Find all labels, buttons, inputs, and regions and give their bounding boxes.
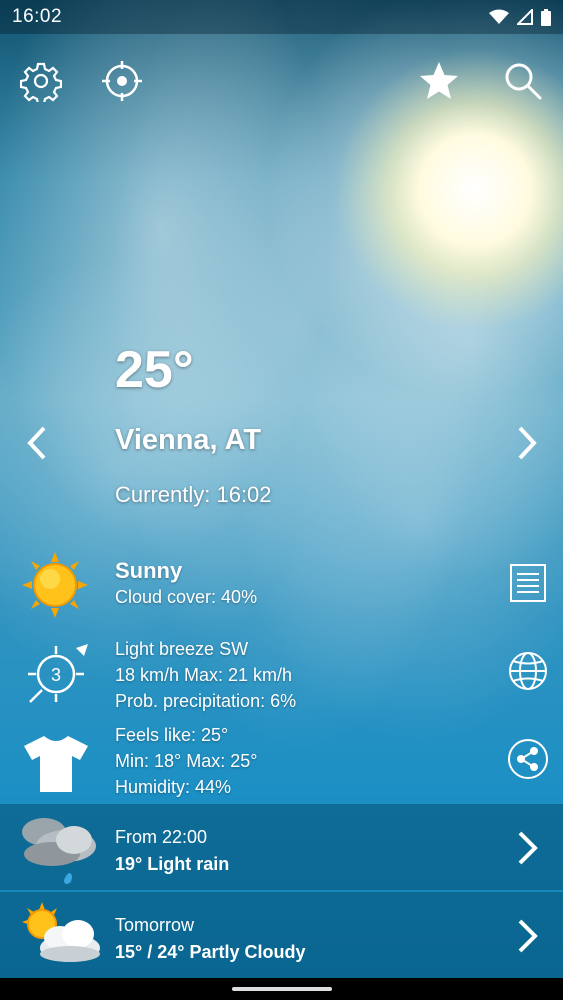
humidity: Humidity: 44% — [115, 777, 232, 797]
details-button[interactable] — [507, 562, 549, 604]
previous-location-button[interactable] — [22, 422, 52, 464]
settings-button[interactable] — [19, 60, 63, 106]
crosshair-icon — [102, 61, 142, 101]
precipitation-probability: Prob. precipitation: 6% — [115, 691, 297, 711]
partly-cloudy-icon — [22, 902, 100, 962]
search-icon — [505, 63, 542, 100]
wind-speed: 18 km/h Max: 21 km/h — [115, 665, 293, 685]
wind-direction-icon: 3 — [28, 644, 88, 703]
current-temperature: 25° — [115, 341, 194, 399]
min-max-temperature: Min: 18° Max: 25° — [115, 751, 258, 771]
next-location-button[interactable] — [512, 422, 542, 464]
comfort-row: Feels like: 25° Min: 18° Max: 25° Humidi… — [0, 722, 563, 802]
forecast-summary: 15° / 24° Partly Cloudy — [115, 942, 306, 962]
share-icon — [508, 739, 548, 779]
wind-row: 3 Light breeze SW 18 km/h Max: 21 km/h P… — [0, 636, 563, 716]
status-bar: 16:02 — [0, 0, 563, 34]
chevron-right-icon — [518, 831, 538, 865]
document-icon — [510, 564, 546, 602]
forecast-time: From 22:00 — [115, 827, 208, 847]
forecast-summary: 19° Light rain — [115, 854, 230, 874]
star-icon — [420, 62, 458, 99]
status-time: 16:02 — [12, 6, 63, 27]
tshirt-icon — [24, 736, 88, 792]
chevron-right-icon — [518, 426, 537, 460]
chevron-left-icon — [27, 426, 46, 460]
search-button[interactable] — [502, 60, 544, 102]
share-button[interactable] — [507, 738, 549, 780]
rain-cloud-icon — [22, 818, 96, 884]
signal-icon — [517, 9, 533, 25]
gesture-navigation-bar — [0, 978, 563, 1000]
chevron-right-icon — [518, 919, 538, 953]
battery-icon — [541, 8, 551, 26]
forecast-item-tonight[interactable]: From 22:00 19° Light rain — [0, 804, 563, 890]
globe-icon — [509, 652, 547, 690]
city-name: Vienna, AT — [115, 424, 262, 456]
beaufort-number: 3 — [51, 665, 61, 685]
sun-icon — [22, 552, 88, 618]
status-icons — [489, 8, 551, 26]
feels-like: Feels like: 25° — [115, 725, 229, 745]
conditions-row: Sunny Cloud cover: 40% — [0, 552, 563, 622]
map-button[interactable] — [507, 650, 549, 692]
forecast-time: Tomorrow — [115, 915, 195, 935]
cloud-cover: Cloud cover: 40% — [115, 587, 258, 607]
condition-title: Sunny — [115, 558, 183, 583]
wifi-icon — [489, 9, 509, 24]
home-gesture-handle[interactable] — [232, 987, 332, 991]
wind-title: Light breeze SW — [115, 639, 249, 659]
gear-icon — [19, 62, 63, 106]
locate-button[interactable] — [101, 60, 143, 102]
forecast-item-tomorrow[interactable]: Tomorrow 15° / 24° Partly Cloudy — [0, 892, 563, 978]
current-time-label: Currently: 16:02 — [115, 482, 272, 507]
favorite-button[interactable] — [418, 60, 460, 102]
